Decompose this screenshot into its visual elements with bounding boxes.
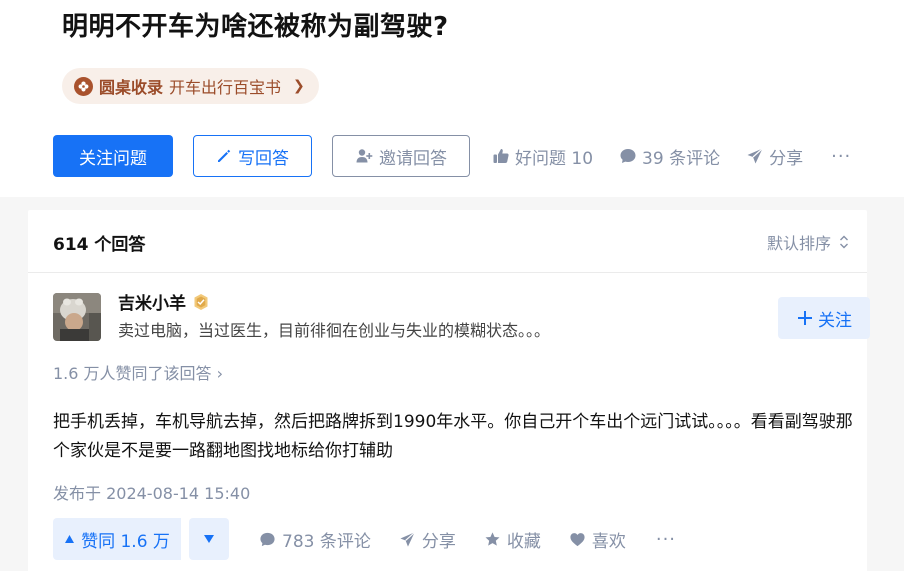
question-comments-button[interactable]: 39 条评论: [619, 144, 720, 169]
follow-question-button[interactable]: 关注问题: [53, 135, 173, 177]
comment-bubble-icon: [620, 149, 636, 163]
upvote-button[interactable]: 赞同 1.6 万: [53, 518, 181, 560]
roundtable-name: 开车出行百宝书: [169, 78, 282, 97]
write-answer-button[interactable]: 写回答: [193, 135, 312, 177]
sort-arrows-icon: [840, 235, 849, 249]
answer-share-button[interactable]: 分享: [399, 527, 456, 552]
like-label: 喜欢: [591, 531, 626, 552]
answer-count: 614 个回答: [53, 235, 146, 255]
pencil-icon: [218, 149, 231, 162]
question-actions: 关注问题 写回答 邀请回答 好问题 10 39 条评论 分享 ···: [53, 135, 851, 177]
write-answer-label: 写回答: [238, 148, 289, 169]
chevron-right-icon: ›: [216, 364, 224, 383]
good-question-label: 好问题 10: [515, 148, 594, 169]
question-header: 明明不开车为啥还被称为副驾驶? 圆桌收录 开车出行百宝书 ❯ 关注问题 写回答 …: [0, 0, 904, 197]
paper-plane-icon: [400, 531, 415, 547]
roundtable-tag[interactable]: 圆桌收录 开车出行百宝书 ❯: [62, 68, 319, 104]
triangle-up-icon: [65, 535, 75, 543]
invite-answer-button[interactable]: 邀请回答: [332, 135, 470, 177]
sort-label: 默认排序: [767, 234, 832, 253]
invite-answer-label: 邀请回答: [379, 148, 447, 169]
thumbs-up-icon: [493, 149, 509, 163]
like-button[interactable]: 喜欢: [569, 527, 626, 552]
roundtable-brand: 圆桌收录: [99, 78, 164, 97]
author-bio: 卖过电脑，当过医生，目前徘徊在创业与失业的模糊状态。。。: [118, 321, 551, 340]
answer-actions: 赞同 1.6 万 783 条评论 分享 收藏 喜欢 ···: [53, 518, 676, 560]
answer-more-button[interactable]: ···: [656, 529, 676, 550]
downvote-button[interactable]: [189, 518, 229, 560]
sort-dropdown[interactable]: 默认排序: [767, 230, 867, 254]
star-icon: [485, 531, 500, 546]
verified-badge-icon: [194, 293, 208, 310]
chevron-right-icon: ❯: [293, 78, 305, 94]
question-share-label: 分享: [769, 148, 804, 169]
question-share-button[interactable]: 分享: [746, 144, 803, 169]
author-name[interactable]: 吉米小羊: [118, 289, 186, 314]
roundtable-flower-icon: [74, 76, 93, 96]
add-user-icon: [356, 149, 373, 163]
collect-label: 收藏: [506, 531, 541, 552]
upvote-summary[interactable]: 1.6 万人赞同了该回答 ›: [53, 360, 223, 384]
paper-plane-icon: [747, 148, 763, 164]
good-question-button[interactable]: 好问题 10: [492, 144, 593, 169]
upvote-label: 赞同 1.6 万: [81, 531, 170, 552]
question-title: 明明不开车为啥还被称为副驾驶?: [62, 12, 449, 42]
answer-comments-label: 783 条评论: [282, 531, 371, 552]
comment-bubble-icon: [260, 532, 275, 546]
follow-author-label: 关注: [818, 310, 852, 331]
plus-icon: [798, 311, 812, 325]
answer-share-label: 分享: [421, 531, 456, 552]
answers-header: 614 个回答 默认排序: [28, 210, 867, 273]
collect-button[interactable]: 收藏: [484, 527, 541, 552]
author-info: 吉米小羊: [118, 289, 210, 314]
publish-time[interactable]: 发布于 2024-08-14 15:40: [53, 480, 250, 504]
upvote-summary-text: 1.6 万人赞同了该回答: [53, 364, 212, 383]
answer-content: 把手机丢掉，车机导航去掉，然后把路牌拆到1990年水平。你自己开个车出个远门试试…: [53, 412, 853, 461]
question-comments-label: 39 条评论: [642, 148, 721, 169]
avatar[interactable]: [53, 293, 101, 341]
answer-comments-button[interactable]: 783 条评论: [259, 527, 371, 552]
question-more-button[interactable]: ···: [831, 146, 851, 167]
follow-author-button[interactable]: 关注: [778, 297, 870, 339]
answer-card: 614 个回答 默认排序 吉米小羊 卖过电脑，当过医生，目前徘徊在创业与失业的模…: [28, 210, 870, 571]
heart-icon: [570, 532, 585, 546]
triangle-down-icon: [204, 535, 214, 543]
